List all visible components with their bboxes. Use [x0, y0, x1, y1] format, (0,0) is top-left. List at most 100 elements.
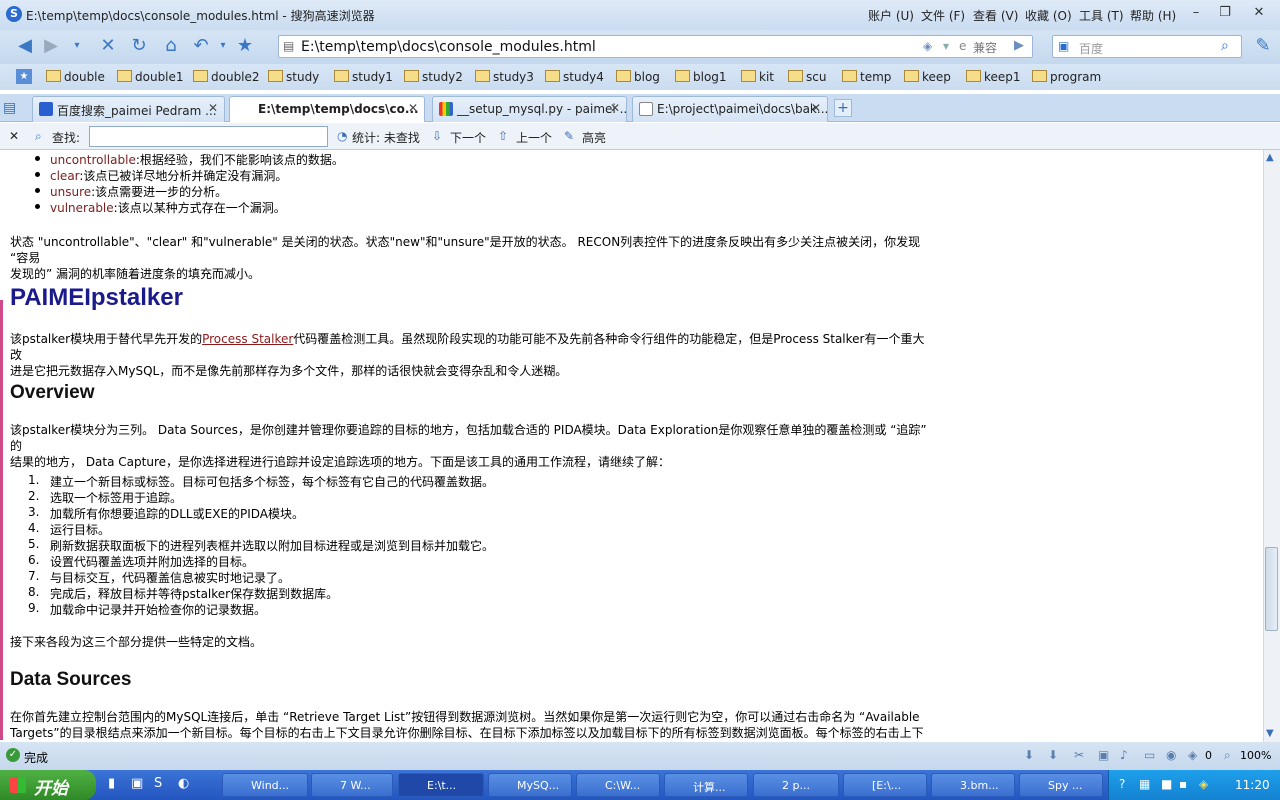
tab-setup-mysql[interactable]: __setup_mysql.py - paimei ... ✕ [432, 96, 627, 122]
scroll-down-icon[interactable]: ▼ [1266, 728, 1274, 739]
taskbar-item[interactable]: [E:\... [843, 773, 927, 797]
sidebar-toggle-icon[interactable]: ▤ [3, 100, 16, 116]
plugin-icon[interactable]: ✂ [1074, 748, 1084, 762]
bookmark-folder[interactable]: keep1 [966, 70, 1021, 84]
bookmark-folder[interactable]: scu [788, 70, 826, 84]
highlight-button[interactable]: 高亮 [582, 129, 606, 146]
favorite-star-icon[interactable]: ★ [234, 35, 256, 57]
zoom-level[interactable]: 100% [1240, 749, 1271, 762]
compat-mode-icon[interactable]: e [959, 39, 966, 53]
favorites-star-icon[interactable]: ★ [16, 69, 32, 84]
address-input[interactable]: E:\temp\temp\docs\console_modules.html [301, 39, 596, 55]
prev-arrow-icon[interactable]: ⇧ [498, 129, 508, 143]
menu-tools[interactable]: 工具 (T) [1079, 7, 1124, 24]
tab-console-modules[interactable]: E:\temp\temp\docs\co... ✕ [229, 96, 425, 122]
process-stalker-link[interactable]: Process Stalker [202, 332, 293, 346]
volume-icon[interactable]: ♪ [1120, 748, 1128, 762]
bookmark-folder[interactable]: double2 [193, 70, 260, 84]
shield-tray-icon[interactable]: ◈ [1199, 777, 1208, 791]
bookmark-folder[interactable]: kit [741, 70, 774, 84]
bookmark-folder[interactable]: study4 [545, 70, 604, 84]
highlight-pen-icon[interactable]: ✎ [564, 129, 574, 143]
tray-icon[interactable]: ▪ [1179, 777, 1187, 791]
bookmark-folder[interactable]: blog [616, 70, 660, 84]
address-dropdown-icon[interactable]: ▾ [943, 39, 949, 53]
taskbar-item[interactable]: 2 p... [753, 773, 839, 797]
undo-close-icon[interactable]: ↶ [190, 35, 212, 57]
minimize-icon[interactable]: – [1185, 4, 1207, 22]
taskbar-item[interactable]: 计算... [664, 773, 748, 797]
bookmark-folder[interactable]: temp [842, 70, 891, 84]
taskbar-item[interactable]: E:\t... [398, 773, 484, 797]
close-tab-icon[interactable]: ✕ [208, 101, 218, 115]
vertical-scrollbar[interactable]: ▲ ▼ [1263, 150, 1280, 742]
find-next-button[interactable]: 下一个 [450, 129, 486, 146]
start-button[interactable]: 开始 [0, 770, 96, 800]
find-input[interactable] [89, 126, 328, 147]
close-window-icon[interactable]: ✕ [1248, 4, 1270, 22]
bookmark-folder[interactable]: program [1032, 70, 1101, 84]
bookmark-folder[interactable]: blog1 [675, 70, 727, 84]
taskbar-item[interactable]: C:\W... [576, 773, 660, 797]
bookmark-folder[interactable]: keep [904, 70, 951, 84]
home-icon[interactable]: ⌂ [160, 35, 182, 57]
zoom-icon[interactable]: ⌕ [1224, 748, 1231, 763]
compat-mode-label[interactable]: 兼容 [973, 39, 997, 56]
scroll-up-icon[interactable]: ▲ [1266, 152, 1274, 163]
quicklaunch-icon[interactable]: ◐ [178, 776, 189, 791]
taskbar-item[interactable]: Wind... [222, 773, 308, 797]
menu-favorites[interactable]: 收藏 (O) [1025, 7, 1072, 24]
menu-file[interactable]: 文件 (F) [921, 7, 965, 24]
security-shield-icon[interactable]: ◈ [923, 39, 932, 53]
bookmark-folder[interactable]: double [46, 70, 105, 84]
quicklaunch-icon[interactable]: ▣ [131, 776, 143, 791]
restore-icon[interactable]: ❐ [1214, 4, 1236, 22]
search-input[interactable]: 百度 [1079, 40, 1103, 57]
back-icon[interactable]: ◀ [14, 35, 36, 57]
quicklaunch-icon[interactable]: ▮ [108, 776, 115, 791]
go-icon[interactable]: ▶ [1014, 38, 1024, 53]
close-tab-icon[interactable]: ✕ [811, 101, 821, 115]
tab-baidu[interactable]: 百度搜索_paimei Pedram ... ✕ [32, 96, 225, 122]
download-icon[interactable]: ⬇ [1024, 748, 1034, 762]
new-tab-button[interactable]: + [834, 99, 852, 117]
next-arrow-icon[interactable]: ⇩ [432, 129, 442, 143]
bookmark-folder[interactable]: study3 [475, 70, 534, 84]
menu-view[interactable]: 查看 (V) [973, 7, 1018, 24]
tray-icon[interactable]: ■ [1161, 777, 1172, 791]
taskbar-item[interactable]: 7 W... [311, 773, 393, 797]
pen-tool-icon[interactable]: ✎ [1252, 35, 1274, 57]
close-tab-icon[interactable]: ✕ [610, 101, 620, 115]
search-engine-icon[interactable]: ▣ [1058, 39, 1069, 53]
bookmark-folder[interactable]: double1 [117, 70, 184, 84]
address-bar[interactable]: ▤ E:\temp\temp\docs\console_modules.html… [278, 35, 1033, 58]
bookmark-folder[interactable]: study1 [334, 70, 393, 84]
undo-dropdown-icon[interactable]: ▾ [212, 35, 234, 57]
bookmark-folder[interactable]: study2 [404, 70, 463, 84]
screen-icon[interactable]: ▭ [1144, 748, 1155, 762]
search-box[interactable]: ▣ 百度 ⌕ [1052, 35, 1242, 58]
lock-icon[interactable]: ▣ [1098, 748, 1109, 762]
sogou-quicklaunch-icon[interactable]: S [154, 776, 162, 791]
download-manager-icon[interactable]: ⬇ [1048, 748, 1058, 762]
help-icon[interactable]: ? [1119, 777, 1125, 791]
network-icon[interactable]: ▦ [1139, 777, 1150, 791]
scrollbar-thumb[interactable] [1265, 547, 1278, 631]
menu-help[interactable]: 帮助 (H) [1130, 7, 1176, 24]
bookmark-folder[interactable]: study [268, 70, 319, 84]
menu-account[interactable]: 账户 (U) [868, 7, 914, 24]
find-prev-button[interactable]: 上一个 [516, 129, 552, 146]
eye-icon[interactable]: ◉ [1166, 748, 1176, 762]
shield-icon[interactable]: ◈ [1188, 748, 1197, 762]
close-tab-icon[interactable]: ✕ [408, 101, 418, 115]
history-dropdown-icon[interactable]: ▾ [66, 35, 88, 57]
tab-project-docs[interactable]: E:\project\paimei\docs\bak... ✕ [632, 96, 828, 122]
close-find-icon[interactable]: ✕ [9, 129, 19, 143]
taskbar-item[interactable]: MySQ... [488, 773, 572, 797]
taskbar-item[interactable]: 3.bm... [931, 773, 1015, 797]
forward-icon[interactable]: ▶ [40, 35, 62, 57]
search-icon[interactable]: ⌕ [1221, 38, 1229, 54]
taskbar-item[interactable]: Spy ... [1019, 773, 1103, 797]
stop-icon[interactable]: ✕ [97, 35, 119, 57]
refresh-icon[interactable]: ↻ [128, 35, 150, 57]
